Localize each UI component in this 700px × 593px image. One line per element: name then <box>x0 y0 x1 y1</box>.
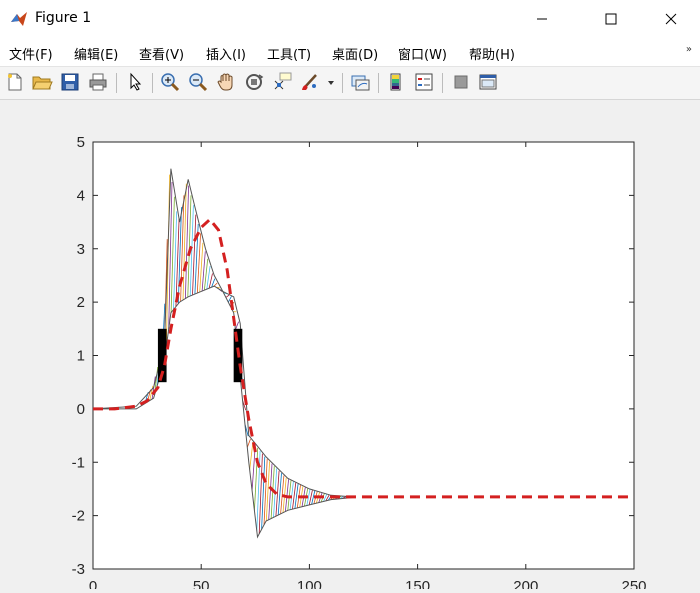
minimize-icon <box>536 13 548 25</box>
menu-help[interactable]: 帮助(H) <box>469 44 515 63</box>
zoom-out-icon[interactable] <box>187 71 209 93</box>
close-icon <box>665 13 677 25</box>
menu-edit[interactable]: 编辑(E) <box>74 44 118 63</box>
menu-tools[interactable]: 工具(T) <box>267 44 311 63</box>
toolbar-separator <box>342 73 343 93</box>
pan-hand-icon[interactable] <box>215 71 237 93</box>
open-folder-icon[interactable] <box>31 71 53 93</box>
menu-file[interactable]: 文件(F) <box>9 44 53 63</box>
rotate-3d-icon[interactable] <box>243 71 265 93</box>
toolbar-separator <box>378 73 379 93</box>
x-tick-label: 50 <box>193 578 210 589</box>
minimize-button[interactable] <box>519 0 565 38</box>
y-tick-label: -2 <box>72 508 85 525</box>
zoom-in-icon[interactable] <box>159 71 181 93</box>
y-tick-label: -3 <box>72 561 85 578</box>
link-plot-icon[interactable] <box>349 71 371 93</box>
figure-toolbar <box>0 67 700 100</box>
legend-icon[interactable] <box>413 71 435 93</box>
double-chevron-right-icon[interactable]: » <box>686 44 692 55</box>
matlab-logo-icon <box>10 10 28 28</box>
save-icon[interactable] <box>59 71 81 93</box>
y-tick-label: 2 <box>77 294 85 311</box>
brush-icon[interactable] <box>299 71 321 93</box>
data-cursor-icon[interactable] <box>271 71 293 93</box>
toolbar-separator <box>442 73 443 93</box>
menu-bar: 文件(F) 编辑(E) 查看(V) 插入(I) 工具(T) 桌面(D) 窗口(W… <box>0 38 700 67</box>
plot-axes[interactable]: 0 50 100 150 200 250 5 4 3 2 1 0 -1 -2 -3 <box>0 100 700 589</box>
menu-view[interactable]: 查看(V) <box>139 44 184 63</box>
menu-window[interactable]: 窗口(W) <box>398 44 447 63</box>
dock-icon[interactable] <box>477 71 499 93</box>
x-tick-label: 100 <box>297 578 322 589</box>
y-tick-label: 5 <box>77 134 85 151</box>
y-tick-label: 1 <box>77 348 85 365</box>
maximize-icon <box>605 13 617 25</box>
pointer-icon[interactable] <box>124 71 146 93</box>
toolbar-separator <box>116 73 117 93</box>
x-tick-label: 200 <box>513 578 538 589</box>
x-tick-label: 150 <box>405 578 430 589</box>
window-title: Figure 1 <box>35 10 91 26</box>
y-tick-label: 3 <box>77 241 85 258</box>
menu-insert[interactable]: 插入(I) <box>206 44 246 63</box>
new-file-icon[interactable] <box>4 71 26 93</box>
y-tick-label: -1 <box>72 454 85 471</box>
toolbar-separator <box>152 73 153 93</box>
x-tick-label: 250 <box>621 578 646 589</box>
brush-dropdown-icon[interactable] <box>325 71 337 93</box>
colorbar-icon[interactable] <box>385 71 407 93</box>
close-button[interactable] <box>648 0 694 38</box>
x-tick-label: 0 <box>89 578 97 589</box>
menu-desktop[interactable]: 桌面(D) <box>332 44 378 63</box>
figure-canvas: 0 50 100 150 200 250 5 4 3 2 1 0 -1 -2 -3 <box>0 100 700 589</box>
print-icon[interactable] <box>87 71 109 93</box>
y-tick-label: 4 <box>77 187 85 204</box>
hide-tools-icon[interactable] <box>450 71 472 93</box>
y-tick-label: 0 <box>77 401 85 418</box>
maximize-button[interactable] <box>588 0 634 38</box>
window-titlebar: Figure 1 <box>0 0 700 38</box>
